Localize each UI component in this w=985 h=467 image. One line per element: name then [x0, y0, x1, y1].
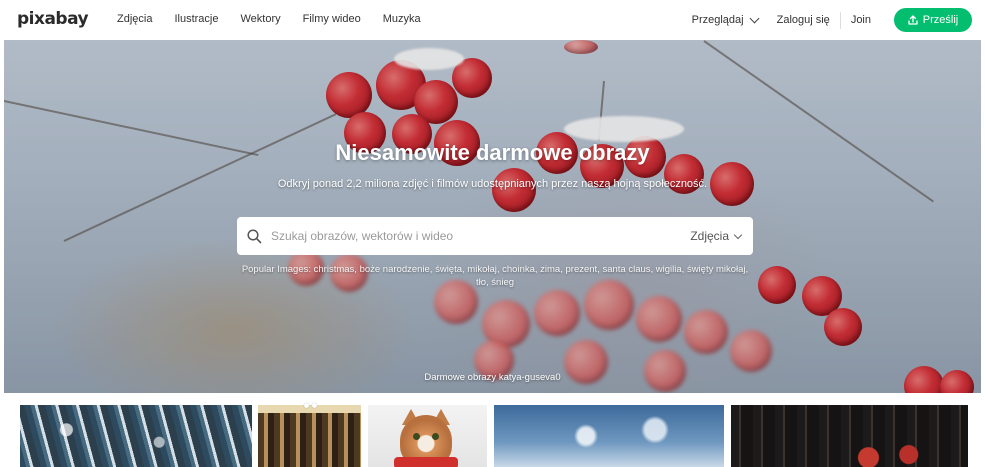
- nav-vectors[interactable]: Wektory: [241, 13, 281, 25]
- search-bar: Zdjęcia: [237, 217, 753, 255]
- chevron-down-icon: [749, 13, 760, 23]
- image-thumbnail[interactable]: [494, 405, 724, 467]
- search-input[interactable]: [271, 229, 691, 243]
- image-credit[interactable]: Darmowe obrazy katya-guseva0: [4, 372, 981, 383]
- popular-searches: Popular Images: christmas, boże narodzen…: [237, 263, 753, 289]
- browse-dropdown[interactable]: Przeglądaj: [691, 13, 760, 26]
- pixabay-logo[interactable]: pixabay: [17, 9, 89, 29]
- login-link[interactable]: Zaloguj się: [777, 14, 830, 26]
- upload-label: Prześlij: [922, 14, 959, 26]
- join-link[interactable]: Join: [851, 14, 871, 26]
- header-divider: [839, 11, 841, 29]
- search-icon[interactable]: [247, 228, 262, 244]
- popular-tags[interactable]: christmas, boże narodzenie, święta, miko…: [314, 264, 749, 288]
- image-grid: [0, 405, 985, 467]
- header-actions: Przeglądaj Zaloguj się Join Prześlij: [692, 0, 981, 40]
- image-thumbnail[interactable]: [20, 405, 252, 467]
- nav-illustrations[interactable]: Ilustracje: [174, 13, 218, 25]
- browse-label: Przeglądaj: [691, 14, 744, 26]
- cat-scarf: [394, 457, 458, 467]
- chevron-down-icon: [733, 230, 743, 239]
- image-thumbnail[interactable]: [368, 405, 487, 467]
- image-thumbnail[interactable]: [731, 405, 968, 467]
- more-options-icon[interactable]: [304, 403, 317, 408]
- top-navbar: pixabay Zdjęcia Ilustracje Wektory Filmy…: [4, 0, 981, 40]
- search-type-label: Zdjęcia: [690, 229, 729, 243]
- hero-subtitle: Odkryj ponad 2,2 miliona zdjęć i filmów …: [277, 178, 708, 190]
- search-type-dropdown[interactable]: Zdjęcia: [690, 229, 743, 243]
- popular-prefix: Popular Images:: [241, 264, 311, 275]
- main-nav: Zdjęcia Ilustracje Wektory Filmy wideo M…: [117, 13, 443, 25]
- cat-eye: [413, 433, 420, 440]
- image-thumbnail[interactable]: [258, 405, 361, 467]
- nav-videos[interactable]: Filmy wideo: [303, 13, 361, 25]
- hero-title: Niesamowite darmowe obrazy: [335, 140, 650, 165]
- upload-button[interactable]: Prześlij: [894, 8, 972, 32]
- nav-music[interactable]: Muzyka: [383, 13, 421, 25]
- hero-banner: Niesamowite darmowe obrazy Odkryj ponad …: [4, 40, 981, 393]
- nav-photos[interactable]: Zdjęcia: [117, 13, 152, 25]
- cat-eye: [432, 433, 439, 440]
- upload-icon: [908, 15, 918, 25]
